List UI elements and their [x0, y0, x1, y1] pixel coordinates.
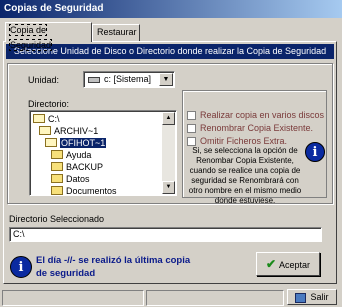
- directory-scrollbar[interactable]: ▲ ▼: [162, 112, 175, 194]
- drive-label: Unidad:: [28, 75, 60, 85]
- exit-icon: [295, 292, 307, 303]
- selected-dir-label: Directorio Seleccionado: [9, 214, 105, 224]
- skip-extra-files-label: Omitir Ficheros Extra.: [200, 136, 288, 146]
- last-copy-text: El día -//- se realizó la última copia d…: [36, 255, 191, 279]
- tab-restaurar[interactable]: Restaurar: [92, 24, 140, 41]
- exit-button[interactable]: Salir: [287, 289, 337, 305]
- multi-disk-label: Realizar copia en varios discos: [200, 110, 325, 120]
- rename-note: Si, se selecciona la opción de Renombar …: [188, 146, 302, 205]
- list-item[interactable]: OFIHOT~1: [45, 137, 107, 149]
- scroll-up-icon[interactable]: ▲: [162, 112, 175, 125]
- window-title: Copias de Seguridad: [0, 0, 342, 18]
- folder-icon: [51, 162, 63, 172]
- drive-select[interactable]: c: [Sistema] ▼: [83, 71, 175, 88]
- chevron-down-icon[interactable]: ▼: [159, 73, 173, 86]
- folder-icon: [51, 150, 63, 160]
- directory-label: Directorio:: [28, 99, 70, 109]
- exit-label: Salir: [310, 292, 329, 302]
- folder-open-icon: [39, 126, 51, 136]
- status-cell: [146, 290, 284, 306]
- list-item[interactable]: Ayuda: [51, 149, 91, 161]
- rename-copy-checkbox[interactable]: [187, 124, 196, 133]
- info-icon: i: [10, 256, 32, 278]
- directory-list[interactable]: C:\ ARCHIV~1 OFIHOT~1 Ayuda BACKUP Datos…: [29, 110, 177, 196]
- drive-icon: [88, 77, 100, 83]
- selected-dir-field[interactable]: C:\: [9, 227, 322, 242]
- tab-label: Copia de Seguridad: [8, 24, 53, 51]
- folder-icon: [51, 186, 63, 195]
- status-cell: [2, 290, 144, 306]
- accept-label: Aceptar: [279, 260, 311, 270]
- list-item[interactable]: Documentos: [51, 185, 117, 195]
- check-icon: ✔: [265, 257, 277, 271]
- list-item[interactable]: BACKUP: [51, 161, 103, 173]
- rename-copy-label: Renombrar Copia Existente.: [200, 123, 314, 133]
- tab-label: Restaurar: [97, 27, 137, 37]
- list-item[interactable]: C:\: [33, 113, 60, 125]
- multi-disk-checkbox[interactable]: [187, 111, 196, 120]
- scroll-down-icon[interactable]: ▼: [162, 181, 175, 194]
- info-icon: i: [305, 142, 325, 162]
- tab-copia-de-seguridad[interactable]: Copia de Seguridad: [5, 22, 92, 51]
- folder-open-icon: [33, 114, 45, 124]
- folder-open-icon: [45, 138, 57, 148]
- accept-button[interactable]: ✔ Aceptar: [256, 252, 320, 276]
- instruction-banner: Seleccione Unidad de Disco o Directorio …: [6, 44, 334, 59]
- skip-extra-files-checkbox[interactable]: [187, 137, 196, 146]
- drive-value: c: [Sistema]: [104, 74, 152, 84]
- folder-icon: [51, 174, 63, 184]
- list-item[interactable]: Datos: [51, 173, 90, 185]
- list-item[interactable]: ARCHIV~1: [39, 125, 98, 137]
